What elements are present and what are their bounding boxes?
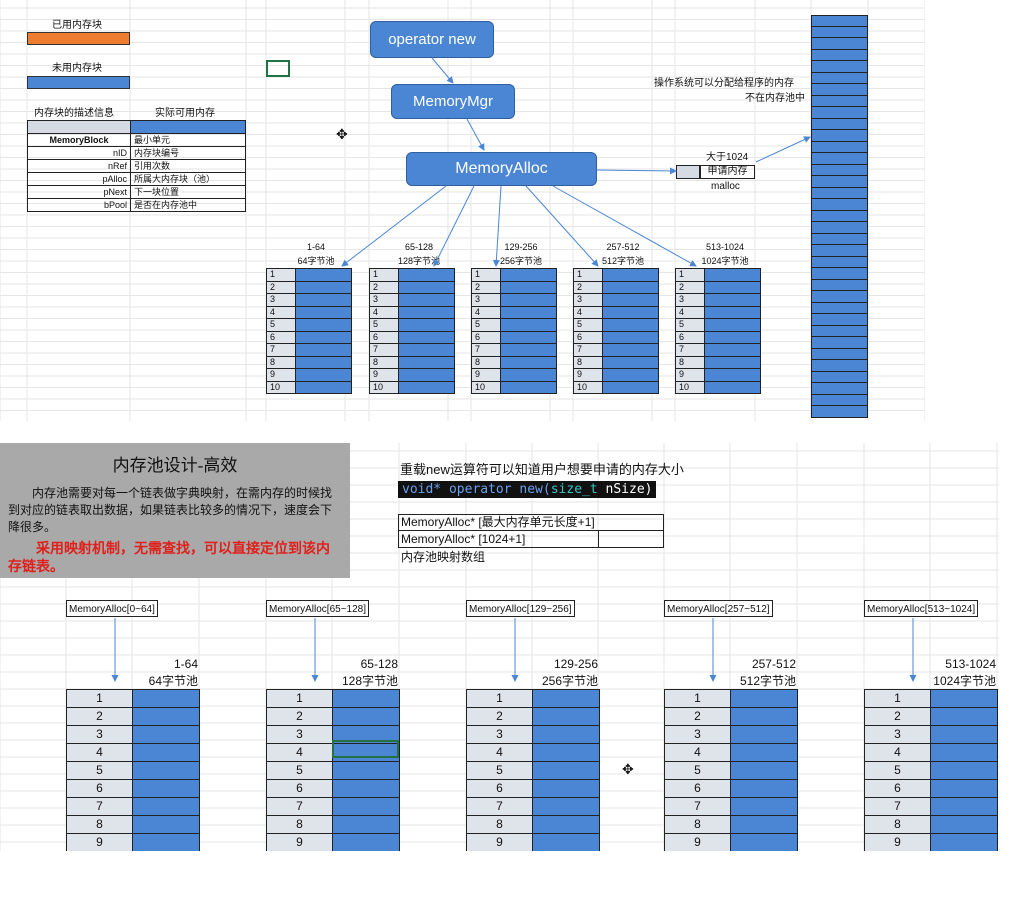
bottom-diagram-sheet: 内存池设计-高效 内存池需要对每一个链表做字典映射，在需内存的时候找到对应的链表… — [0, 443, 999, 851]
top-diagram-sheet: 已用内存块 未用内存块 内存块的描述信息 实际可用内存 MemoryBlock 最… — [0, 0, 925, 421]
top-arrows — [341, 57, 811, 267]
active-cell-marker — [332, 740, 399, 758]
cursor-cross-icon-bottom: ✥ — [622, 761, 634, 777]
bottom-arrows — [111, 618, 917, 682]
